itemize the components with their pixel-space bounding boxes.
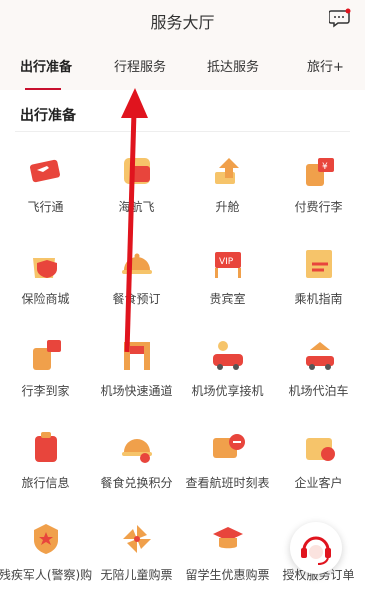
divider [15, 131, 350, 132]
graduate-cap-icon [209, 520, 247, 558]
service-item[interactable]: 保险商城 [0, 232, 91, 324]
service-label: 付费行李 [294, 200, 343, 214]
travel-info-icon [27, 428, 65, 466]
fast-lane-icon [118, 336, 156, 374]
service-item[interactable]: 机场优享接机 [182, 324, 273, 416]
service-item[interactable]: 餐食预订 [91, 232, 182, 324]
service-item[interactable]: 旅行信息 [0, 416, 91, 508]
upgrade-icon [209, 152, 247, 190]
service-label: 机场代泊车 [288, 384, 349, 398]
service-item[interactable]: 飞行通 [0, 140, 91, 232]
plane-card-icon [118, 152, 156, 190]
service-item[interactable]: 残疾军人(警察)购 [0, 508, 92, 600]
service-item[interactable]: 无陪儿童购票 [91, 508, 182, 600]
service-item[interactable]: 乘机指南 [273, 232, 364, 324]
app-header: 服务大厅 [0, 0, 365, 38]
section-title: 出行准备 [20, 108, 76, 124]
service-item[interactable]: 海航飞 [91, 140, 182, 232]
svg-text:¥: ¥ [322, 162, 328, 172]
ticket-plane-icon [27, 152, 65, 190]
service-item[interactable]: 机场代泊车 [273, 324, 364, 416]
message-icon[interactable] [328, 8, 351, 28]
paid-luggage-icon: ¥ [300, 152, 338, 190]
tab-bar: 出行准备 行程服务 抵达服务 旅行+ [0, 38, 365, 90]
customer-service-icon [301, 536, 331, 565]
service-label: 企业客户 [294, 476, 343, 490]
meal-cloche-icon [118, 244, 156, 282]
service-item[interactable]: VIP 贵宾室 [182, 232, 273, 324]
service-item[interactable]: 行李到家 [0, 324, 91, 416]
service-item[interactable]: 企业客户 [273, 416, 364, 508]
military-badge-icon [27, 520, 65, 558]
boarding-guide-icon [300, 244, 338, 282]
corporate-client-icon [300, 428, 338, 466]
tab-arrival[interactable]: 抵达服务 [207, 56, 259, 75]
tab-trip-prep[interactable]: 出行准备 [20, 56, 72, 75]
service-item[interactable]: ¥ 付费行李 [273, 140, 364, 232]
service-item[interactable]: 升舱 [182, 140, 273, 232]
valet-parking-icon [300, 336, 338, 374]
page-title: 服务大厅 [150, 13, 215, 32]
service-item[interactable]: 机场快速通道 [91, 324, 182, 416]
tab-itinerary[interactable]: 行程服务 [114, 56, 166, 75]
insurance-bag-icon [27, 244, 65, 282]
vip-lounge-icon: VIP [209, 244, 247, 282]
service-label: 乘机指南 [294, 292, 343, 306]
luggage-home-icon [27, 336, 65, 374]
pinwheel-icon [118, 520, 156, 558]
svg-text:VIP: VIP [219, 257, 234, 267]
flight-schedule-icon [209, 428, 247, 466]
active-tab-indicator [25, 88, 61, 90]
service-item[interactable]: 餐食兑换积分 [91, 416, 182, 508]
service-item[interactable]: 留学生优惠购票 [182, 508, 273, 600]
car-pickup-icon [209, 336, 247, 374]
tab-travel-plus[interactable]: 旅行+ [307, 56, 344, 75]
meal-points-icon [118, 428, 156, 466]
customer-service-button[interactable] [290, 522, 342, 574]
service-item[interactable]: 查看航班时刻表 [182, 416, 273, 508]
